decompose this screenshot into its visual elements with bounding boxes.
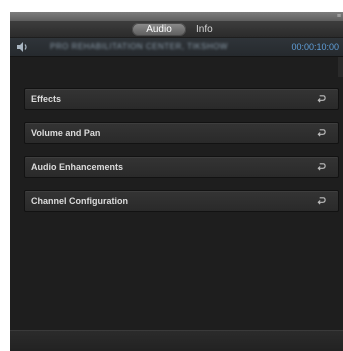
section-effects[interactable]: Effects bbox=[24, 88, 339, 110]
speaker-icon bbox=[17, 42, 27, 52]
section-label: Effects bbox=[31, 94, 62, 104]
window-top-bar: ≡ bbox=[10, 12, 343, 21]
tab-audio[interactable]: Audio bbox=[132, 23, 186, 36]
clip-header: PRO REHABILITATION CENTER, TIKSHOW 00:00… bbox=[10, 38, 343, 57]
tab-info[interactable]: Info bbox=[196, 23, 213, 36]
inspector-sections: Effects Volume and Pan Audio Enhancement… bbox=[24, 88, 339, 224]
reset-icon[interactable] bbox=[317, 196, 326, 205]
inspector-footer bbox=[10, 330, 343, 351]
section-label: Channel Configuration bbox=[31, 196, 128, 206]
reset-icon[interactable] bbox=[317, 128, 326, 137]
section-channel-configuration[interactable]: Channel Configuration bbox=[24, 190, 339, 212]
clip-name: PRO REHABILITATION CENTER, TIKSHOW bbox=[50, 42, 228, 51]
section-audio-enhancements[interactable]: Audio Enhancements bbox=[24, 156, 339, 178]
reset-icon[interactable] bbox=[317, 162, 326, 171]
resize-grip-icon[interactable]: ≡ bbox=[337, 13, 341, 20]
audio-inspector: ≡ Audio Info PRO REHABILITATION CENTER, … bbox=[10, 12, 343, 351]
section-label: Audio Enhancements bbox=[31, 162, 124, 172]
inspector-tab-bar: Audio Info bbox=[10, 21, 343, 37]
clip-timecode: 00:00:10:00 bbox=[291, 42, 339, 52]
section-label: Volume and Pan bbox=[31, 128, 101, 138]
reset-icon[interactable] bbox=[317, 94, 326, 103]
scrollbar[interactable] bbox=[338, 57, 343, 77]
section-volume-and-pan[interactable]: Volume and Pan bbox=[24, 122, 339, 144]
